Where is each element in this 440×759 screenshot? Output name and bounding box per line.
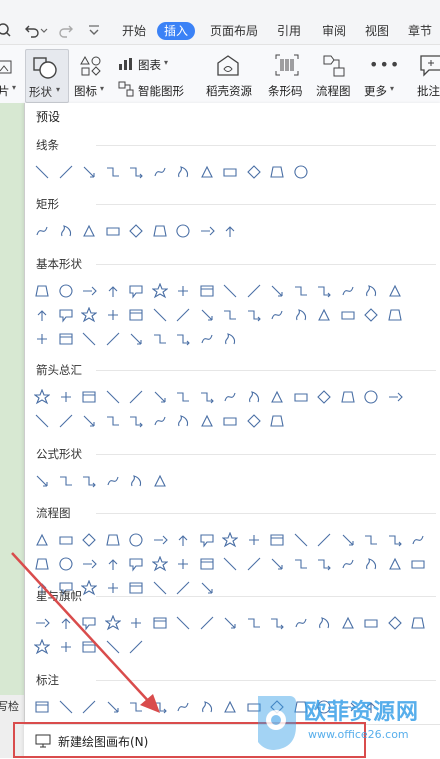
watermark-url: www.office26.com <box>308 728 409 741</box>
watermark-logo: 欧菲资源网 www.office26.com <box>250 688 438 758</box>
annotation-arrow <box>11 552 160 713</box>
watermark-mark-icon <box>258 696 296 750</box>
watermark-title: 欧菲资源网 <box>304 700 420 725</box>
